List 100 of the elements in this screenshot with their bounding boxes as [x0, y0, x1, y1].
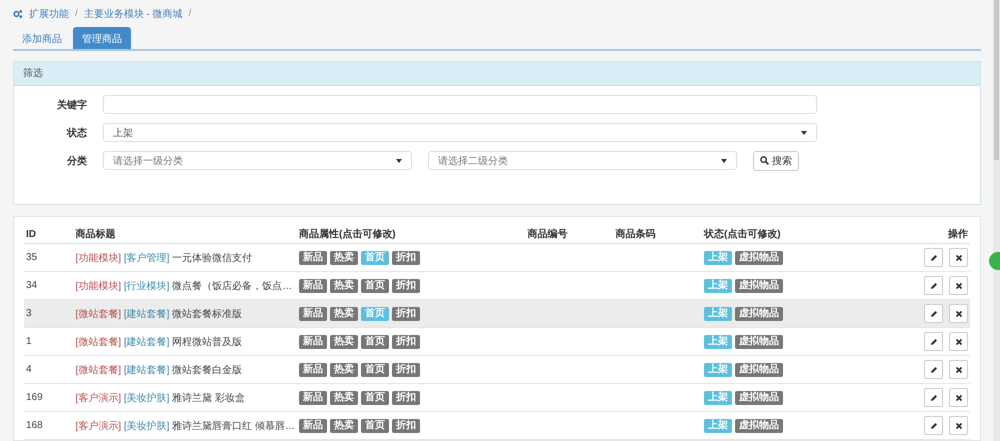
delete-button[interactable] [949, 388, 968, 407]
breadcrumb-separator: / [75, 8, 78, 19]
attribute-tag[interactable]: 新品 [298, 362, 327, 376]
attribute-tag[interactable]: 热卖 [330, 390, 358, 404]
table-row[interactable]: 168 [客户演示] [美妆护肤] 雅诗兰黛唇膏口红 倾慕唇… 新品 热卖 首页 折扣 上架 虚拟物品 [24, 412, 970, 440]
attribute-tag[interactable]: 首页 [360, 390, 389, 404]
edit-button[interactable] [924, 276, 943, 295]
status-select[interactable]: 上架 [103, 123, 817, 142]
attribute-tag[interactable]: 虚拟物品 [734, 306, 783, 320]
category-select[interactable]: 请选择一级分类 [103, 151, 412, 170]
attribute-tag[interactable]: 虚拟物品 [734, 250, 783, 264]
breadcrumb-link[interactable]: 扩展功能 [29, 6, 69, 20]
attribute-tag[interactable]: 虚拟物品 [734, 278, 783, 292]
attribute-tag[interactable]: 折扣 [392, 334, 420, 348]
product-title[interactable]: [功能模块] [客户管理] 一元体验微信支付 [73, 244, 297, 272]
delete-button[interactable] [949, 304, 968, 323]
column-header: 商品属性(点击可修改) [296, 225, 526, 244]
close-icon [954, 366, 962, 374]
breadcrumb-separator: / [188, 8, 192, 19]
column-header: 商品标题 [73, 225, 297, 244]
table-cell: 35 [24, 244, 74, 272]
edit-button[interactable] [924, 416, 943, 435]
table-row[interactable]: 169 [客户演示] [美妆护肤] 雅诗兰黛 彩妆盒 新品 热卖 首页 折扣 上架 虚拟物品 [24, 384, 970, 412]
attribute-tag[interactable]: 新品 [298, 306, 327, 320]
attribute-tag[interactable]: 热卖 [330, 334, 358, 348]
close-icon [954, 282, 962, 290]
attribute-tag[interactable]: 热卖 [330, 362, 358, 376]
field-label: 关键字 [56, 98, 87, 112]
pencil-icon [930, 310, 938, 318]
product-title[interactable]: [微站套餐] [建站套餐] 微站套餐标准版 [73, 300, 297, 328]
edit-button[interactable] [924, 248, 943, 267]
edit-button[interactable] [924, 388, 943, 407]
column-header: 状态(点击可修改) [702, 225, 916, 244]
delete-button[interactable] [949, 332, 968, 351]
delete-button[interactable] [949, 360, 968, 379]
tab[interactable]: 管理商品 [73, 27, 131, 49]
search-button[interactable]: 搜索 [753, 150, 799, 170]
attribute-tag[interactable]: 新品 [298, 250, 327, 264]
pencil-icon [930, 422, 938, 430]
attribute-tag[interactable]: 折扣 [392, 418, 420, 432]
close-icon [954, 254, 962, 262]
attribute-tag[interactable]: 折扣 [392, 362, 420, 376]
attribute-tag[interactable]: 虚拟物品 [734, 390, 783, 404]
attribute-tag[interactable]: 虚拟物品 [734, 418, 783, 432]
attribute-tag[interactable]: 折扣 [392, 250, 420, 264]
attribute-tag[interactable]: 新品 [298, 278, 327, 292]
column-header: ID [24, 225, 74, 244]
close-icon [954, 422, 962, 430]
category-select[interactable]: 请选择二级分类 [428, 151, 737, 170]
close-icon [954, 338, 962, 346]
column-header: 操作 [916, 225, 970, 244]
column-header: 商品条码 [614, 225, 702, 244]
caret-icon [396, 158, 402, 162]
close-icon [954, 310, 962, 318]
attribute-tag[interactable]: 折扣 [392, 306, 420, 320]
attribute-tag[interactable]: 热卖 [330, 306, 358, 320]
caret-icon [721, 158, 727, 162]
delete-button[interactable] [949, 248, 968, 267]
table-row[interactable]: 3 [微站套餐] [建站套餐] 微站套餐标准版 新品 热卖 首页 折扣 上架 虚拟物品 [24, 300, 970, 328]
attribute-tag[interactable]: 热卖 [330, 250, 358, 264]
attribute-tag[interactable]: 新品 [298, 334, 327, 348]
delete-button[interactable] [949, 276, 968, 295]
table-row[interactable]: 4 [微站套餐] [建站套餐] 微站套餐白金版 新品 热卖 首页 折扣 上架 虚拟物品 [24, 356, 970, 384]
product-title[interactable]: [微站套餐] [建站套餐] 网程微站普及版 [73, 328, 297, 356]
breadcrumb-link[interactable]: 主要业务模块 - 微商城 [84, 6, 183, 20]
table-cell: 3 [24, 300, 74, 328]
keyword-field[interactable] [103, 95, 817, 114]
table-cell: 169 [24, 384, 74, 412]
gear-icon [13, 8, 23, 18]
attribute-tag[interactable]: 虚拟物品 [734, 362, 783, 376]
delete-button[interactable] [949, 416, 968, 435]
attribute-tag[interactable]: 首页 [360, 278, 389, 292]
attribute-tag[interactable]: 新品 [298, 418, 327, 432]
product-title[interactable]: [微站套餐] [建站套餐] 微站套餐白金版 [73, 356, 297, 384]
pencil-icon [930, 254, 938, 262]
table-row[interactable]: 1 [微站套餐] [建站套餐] 网程微站普及版 新品 热卖 首页 折扣 上架 虚拟物品 [24, 328, 970, 356]
edit-button[interactable] [924, 360, 943, 379]
attribute-tag[interactable]: 首页 [360, 418, 389, 432]
table-row[interactable]: 35 [功能模块] [客户管理] 一元体验微信支付 新品 热卖 首页 折扣 上架 虚拟物品 [24, 244, 970, 272]
attribute-tag[interactable]: 新品 [298, 390, 327, 404]
field-label: 状态 [66, 126, 87, 140]
table-cell: 1 [24, 328, 74, 356]
close-icon [954, 394, 962, 402]
attribute-tag[interactable]: 折扣 [392, 278, 420, 292]
attribute-tag[interactable]: 首页 [360, 362, 389, 376]
pencil-icon [930, 282, 938, 290]
tab[interactable]: 添加商品 [13, 27, 71, 49]
edit-button[interactable] [924, 304, 943, 323]
product-title[interactable]: [客户演示] [美妆护肤] 雅诗兰黛 彩妆盒 [73, 384, 297, 412]
field-label: 分类 [66, 154, 87, 168]
attribute-tag[interactable]: 首页 [360, 334, 389, 348]
attribute-tag[interactable]: 折扣 [392, 390, 420, 404]
attribute-tag[interactable]: 虚拟物品 [734, 334, 783, 348]
pencil-icon [930, 338, 938, 346]
product-title[interactable]: [客户演示] [美妆护肤] 雅诗兰黛唇膏口红 倾慕唇… [73, 412, 297, 440]
attribute-tag[interactable]: 热卖 [330, 278, 358, 292]
edit-button[interactable] [924, 332, 943, 351]
attribute-tag[interactable]: 热卖 [330, 418, 358, 432]
caret-icon [801, 130, 807, 134]
pencil-icon [930, 366, 938, 374]
